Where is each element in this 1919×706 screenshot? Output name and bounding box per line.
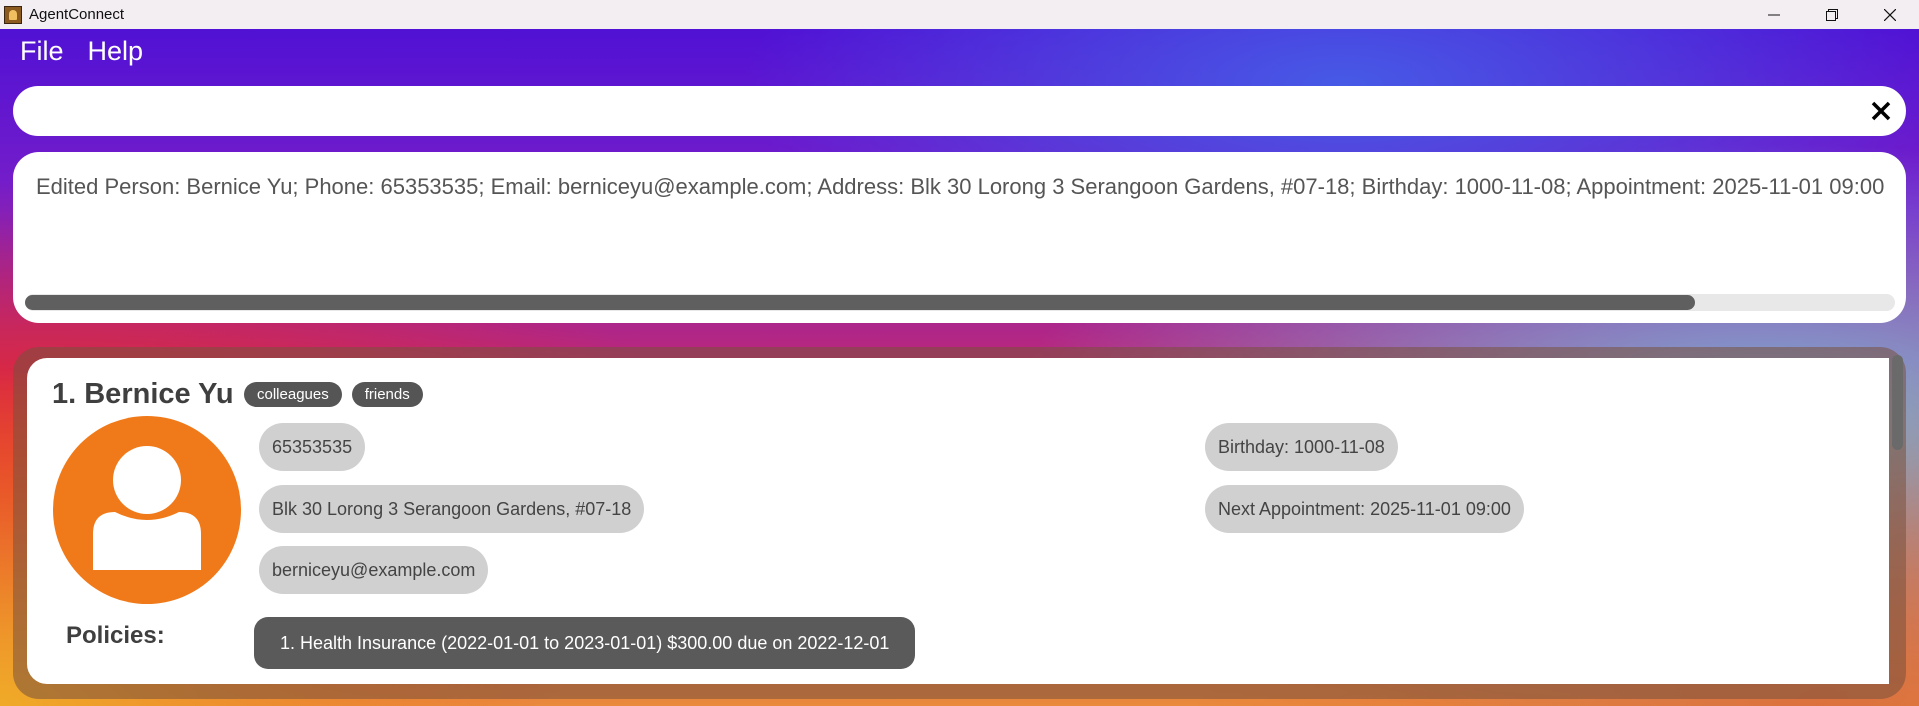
tag-colleagues: colleagues [244,382,342,407]
horizontal-scrollbar[interactable] [25,294,1895,311]
avatar [53,416,241,604]
close-window-button[interactable] [1861,0,1919,29]
tag-list: colleagues friends [244,382,423,407]
app-icon [4,5,22,24]
policies-label: Policies: [66,622,165,649]
vertical-scrollbar[interactable] [1889,347,1906,699]
close-window-icon [1884,8,1896,21]
person-name: 1. Bernice Yu [52,378,234,410]
window-title: AgentConnect [29,6,125,23]
menu-help[interactable]: Help [88,36,144,67]
birthday-field: Birthday: 1000-11-08 [1205,423,1398,471]
title-bar: AgentConnect [0,0,1919,29]
minimize-button[interactable] [1745,0,1803,29]
policy-item: 1. Health Insurance (2022-01-01 to 2023-… [254,617,916,669]
horizontal-scrollbar-thumb[interactable] [25,295,1695,310]
vertical-scrollbar-thumb[interactable] [1892,355,1903,450]
menu-bar: File Help [20,36,143,67]
minimize-icon [1768,14,1780,15]
appointment-field: Next Appointment: 2025-11-01 09:00 [1205,485,1524,533]
email-field: berniceyu@example.com [259,546,489,594]
menu-file[interactable]: File [20,36,64,67]
result-message: Edited Person: Bernice Yu; Phone: 653535… [36,174,1886,199]
restore-button[interactable] [1803,0,1861,29]
address-field: Blk 30 Lorong 3 Serangoon Gardens, #07-1… [259,485,645,533]
window-controls [1745,0,1919,29]
command-input[interactable] [33,94,1837,130]
person-silhouette-icon [93,446,201,570]
close-icon [1871,101,1891,121]
tag-friends: friends [351,382,423,407]
command-box [13,86,1906,136]
result-display: Edited Person: Bernice Yu; Phone: 653535… [13,152,1906,323]
clear-command-button[interactable] [1868,98,1894,124]
phone-field: 65353535 [259,423,366,471]
restore-icon [1826,8,1838,21]
